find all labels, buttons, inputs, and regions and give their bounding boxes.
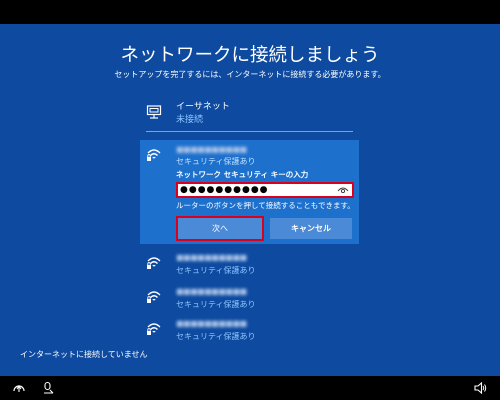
network-name: ■■■■■■■■■■ [176, 319, 247, 328]
ethernet-status: 未接続 [176, 115, 204, 125]
wifi-secured-icon [147, 323, 161, 335]
divider [146, 131, 353, 132]
ime-icon[interactable] [42, 381, 56, 395]
wps-hint: ルーターのボタンを押して接続することもできます。 [176, 201, 355, 210]
security-key-field[interactable] [176, 182, 354, 198]
network-security: セキュリティ保護あり [176, 266, 256, 275]
network-security: セキュリティ保護あり [176, 332, 256, 341]
security-key-label: ネットワーク セキュリティ キーの入力 [176, 170, 309, 179]
volume-icon[interactable] [473, 381, 487, 395]
next-button[interactable]: 次へ [176, 216, 264, 241]
selected-network-name: ■■■■■■■■■■ [176, 145, 247, 154]
connection-status-text: インターネットに接続していません [20, 350, 148, 359]
network-security: セキュリティ保護あり [176, 300, 256, 309]
network-name: ■■■■■■■■■■ [176, 287, 247, 296]
security-key-input[interactable] [180, 184, 330, 196]
wifi-secured-icon [147, 257, 161, 269]
taskbar [0, 376, 500, 400]
accessibility-icon[interactable] [12, 381, 26, 395]
setup-screen: ネットワークに接続しましょう セットアップを完了するには、インターネットに接続す… [0, 24, 500, 376]
cancel-button[interactable]: キャンセル [270, 218, 352, 239]
selected-network-security: セキュリティ保護あり [176, 157, 256, 166]
ethernet-name: イーサネット [176, 102, 230, 112]
wifi-secured-icon [147, 291, 161, 303]
wifi-secured-icon [147, 149, 161, 161]
network-name: ■■■■■■■■■■ [176, 253, 247, 262]
reveal-password-icon[interactable] [337, 185, 349, 195]
page-title: ネットワークに接続しましょう [120, 45, 380, 66]
ethernet-icon [146, 105, 162, 119]
page-subtitle: セットアップを完了するには、インターネットに接続する必要があります。 [114, 70, 386, 79]
